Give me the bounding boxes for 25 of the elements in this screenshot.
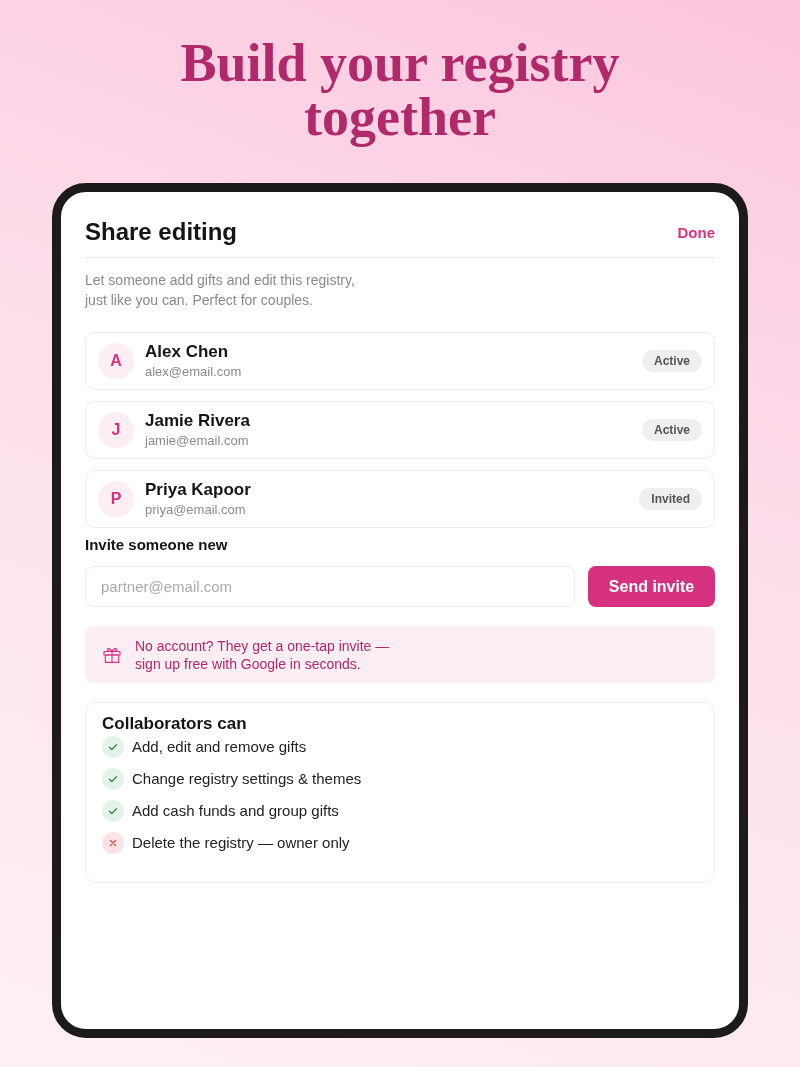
sheet-title: Share editing bbox=[85, 217, 238, 247]
email-input[interactable]: partner@email.com bbox=[85, 566, 575, 607]
member-name: Alex Chen bbox=[145, 341, 229, 363]
gift-icon bbox=[103, 646, 121, 663]
status-badge: Invited bbox=[639, 488, 702, 510]
avatar: P bbox=[98, 481, 134, 517]
permissions-title: Collaborators can bbox=[102, 713, 248, 735]
member-email: priya@email.com bbox=[145, 501, 246, 519]
info-text: No account? They get a one-tap invite — sign up free with Google in seconds. bbox=[135, 636, 391, 673]
permission-text: Change registry settings & themes bbox=[132, 769, 362, 789]
status-badge: Active bbox=[641, 350, 702, 372]
avatar: A bbox=[98, 343, 134, 379]
permission-text: Add cash funds and group gifts bbox=[132, 801, 339, 821]
avatar: J bbox=[98, 412, 134, 448]
permission-text: Delete the registry — owner only bbox=[132, 833, 350, 853]
invite-label: Invite someone new bbox=[85, 535, 229, 555]
status-badge: Active bbox=[641, 419, 702, 441]
member-email: jamie@email.com bbox=[145, 432, 249, 450]
member-email: alex@email.com bbox=[145, 363, 242, 381]
permission-text: Add, edit and remove gifts bbox=[132, 737, 307, 757]
member-name: Priya Kapoor bbox=[145, 479, 251, 501]
send-invite-button[interactable]: Send invite bbox=[588, 566, 715, 607]
done-button[interactable]: Done bbox=[677, 223, 715, 241]
member-name: Jamie Rivera bbox=[145, 410, 250, 432]
description: Let someone add gifts and edit this registry, just like you can. Perfect for couples. bbox=[85, 271, 356, 310]
